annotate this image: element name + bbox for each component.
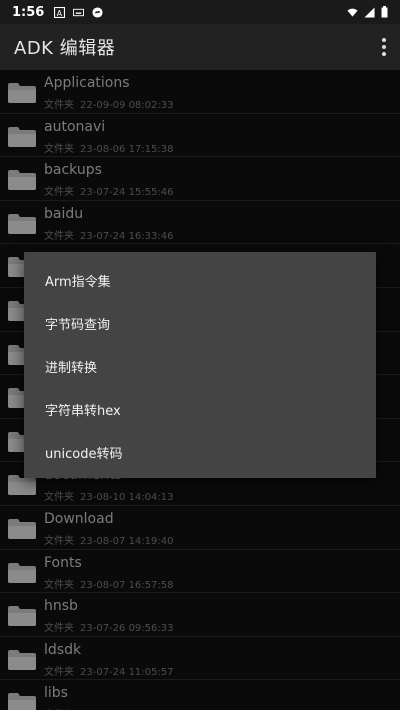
menu-item[interactable]: 进制转换 (24, 345, 376, 388)
tools-popup-menu: Arm指令集 字节码查询 进制转换 字符串转hex unicode转码 (24, 252, 376, 478)
status-time: 1:56 (12, 4, 45, 20)
app-title: ADK 编辑器 (14, 38, 116, 59)
menu-item[interactable]: unicode转码 (24, 431, 376, 474)
keyboard-icon (73, 8, 85, 16)
svg-text:A: A (57, 8, 63, 17)
menu-item[interactable]: Arm指令集 (24, 259, 376, 302)
signal-icon (364, 6, 375, 18)
status-bar: 1:56 A (0, 0, 400, 24)
cloud-sync-icon (92, 6, 103, 18)
notification-a-icon: A (54, 6, 66, 18)
overflow-menu-icon[interactable] (380, 38, 388, 56)
menu-item[interactable]: 字符串转hex (24, 388, 376, 431)
app-bar: ADK 编辑器 (0, 24, 400, 70)
menu-item[interactable]: 字节码查询 (24, 302, 376, 345)
wifi-icon (347, 8, 358, 17)
battery-icon (381, 6, 388, 18)
